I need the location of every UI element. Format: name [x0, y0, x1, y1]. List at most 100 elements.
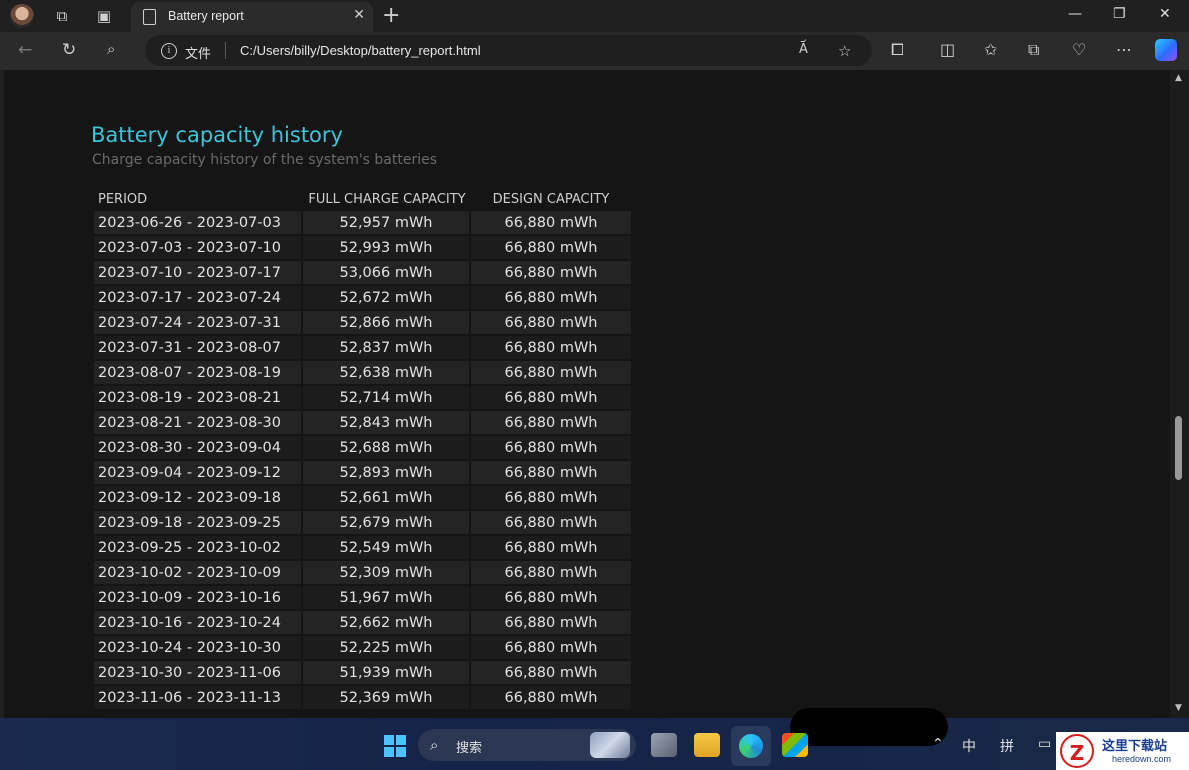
cell-period: 2023-10-16 - 2023-10-24	[94, 611, 303, 634]
ime-mode-indicator[interactable]: 拼	[1000, 736, 1014, 756]
watermark-logo-icon: Z	[1060, 734, 1094, 768]
cell-period: 2023-08-07 - 2023-08-19	[94, 361, 303, 384]
cell-full-charge-capacity: 52,662 mWh	[303, 611, 471, 634]
cell-full-charge-capacity: 52,893 mWh	[303, 461, 471, 484]
scroll-down-arrow[interactable]: ▼	[1175, 703, 1182, 713]
task-view-icon[interactable]	[651, 733, 677, 757]
cell-design-capacity: 66,880 mWh	[471, 486, 631, 509]
refresh-button[interactable]: ↻	[62, 40, 76, 60]
cell-period: 2023-09-25 - 2023-10-02	[94, 536, 303, 559]
capacity-history-table: PERIOD FULL CHARGE CAPACITY DESIGN CAPAC…	[94, 187, 631, 711]
address-url[interactable]: C:/Users/billy/Desktop/battery_report.ht…	[240, 43, 481, 58]
close-tab-icon[interactable]: ✕	[353, 7, 365, 23]
cell-period: 2023-07-24 - 2023-07-31	[94, 311, 303, 334]
workspaces-icon[interactable]: ⧉	[52, 6, 72, 26]
cell-design-capacity: 66,880 mWh	[471, 611, 631, 634]
column-header-full-charge: FULL CHARGE CAPACITY	[308, 191, 466, 207]
favorites-icon[interactable]: ✩	[984, 40, 997, 59]
restore-button[interactable]: ❐	[1113, 6, 1126, 22]
section-heading: Battery capacity history	[91, 123, 343, 147]
split-screen-icon[interactable]: ◫	[940, 40, 955, 59]
address-separator	[225, 42, 226, 59]
table-row: 2023-06-26 - 2023-07-03 52,957 mWh 66,880 …	[94, 211, 631, 234]
tab-bar: ⧉ ▣ Battery report ✕ + — ❐ ✕	[0, 0, 1189, 32]
store-icon[interactable]	[782, 733, 808, 757]
column-header-design: DESIGN CAPACITY	[492, 191, 610, 207]
cell-period: 2023-10-30 - 2023-11-06	[94, 661, 303, 684]
edge-icon[interactable]	[739, 734, 763, 758]
cell-full-charge-capacity: 52,369 mWh	[303, 686, 471, 709]
cell-full-charge-capacity: 52,714 mWh	[303, 386, 471, 409]
read-aloud-icon[interactable]: A᷄	[799, 42, 808, 57]
tab-title: Battery report	[168, 9, 244, 23]
cell-full-charge-capacity: 51,939 mWh	[303, 661, 471, 684]
start-button-windows-icon[interactable]	[384, 735, 406, 757]
table-row: 2023-10-09 - 2023-10-16 51,967 mWh 66,880 …	[94, 586, 631, 609]
extensions-icon[interactable]: ⧠	[891, 40, 904, 60]
cell-full-charge-capacity: 52,638 mWh	[303, 361, 471, 384]
table-row: 2023-07-31 - 2023-08-07 52,837 mWh 66,880 …	[94, 336, 631, 359]
search-highlight-image	[590, 732, 630, 758]
table-row: 2023-07-10 - 2023-07-17 53,066 mWh 66,880 …	[94, 261, 631, 284]
cell-period: 2023-07-17 - 2023-07-24	[94, 286, 303, 309]
navigation-bar: ← ↻ ⌕ i 文件 C:/Users/billy/Desktop/batter…	[0, 32, 1189, 70]
search-icon: ⌕	[430, 736, 439, 754]
cell-period: 2023-07-10 - 2023-07-17	[94, 261, 303, 284]
watermark: Z 这里下载站 heredown.com	[1056, 732, 1189, 770]
ime-language-indicator[interactable]: 中	[962, 736, 976, 756]
cell-full-charge-capacity: 52,309 mWh	[303, 561, 471, 584]
minimize-button[interactable]: —	[1068, 6, 1082, 22]
profile-avatar[interactable]	[10, 4, 34, 28]
cell-design-capacity: 66,880 mWh	[471, 261, 631, 284]
cell-period: 2023-06-26 - 2023-07-03	[94, 211, 303, 234]
cell-design-capacity: 66,880 mWh	[471, 411, 631, 434]
cell-design-capacity: 66,880 mWh	[471, 461, 631, 484]
table-row: 2023-10-02 - 2023-10-09 52,309 mWh 66,880 …	[94, 561, 631, 584]
cell-period: 2023-08-21 - 2023-08-30	[94, 411, 303, 434]
network-icon[interactable]: ▭	[1038, 736, 1051, 752]
taskbar-search-box[interactable]: ⌕ 搜索	[418, 729, 636, 761]
cell-design-capacity: 66,880 mWh	[471, 386, 631, 409]
cell-full-charge-capacity: 52,843 mWh	[303, 411, 471, 434]
cell-full-charge-capacity: 52,837 mWh	[303, 336, 471, 359]
table-row: 2023-11-06 - 2023-11-13 52,369 mWh 66,880 …	[94, 686, 631, 709]
table-row: 2023-08-21 - 2023-08-30 52,843 mWh 66,880 …	[94, 411, 631, 434]
collections-icon[interactable]: ⧉	[1028, 40, 1039, 60]
close-window-button[interactable]: ✕	[1159, 6, 1171, 22]
cell-design-capacity: 66,880 mWh	[471, 561, 631, 584]
cell-period: 2023-10-24 - 2023-10-30	[94, 636, 303, 659]
more-menu-icon[interactable]: ⋯	[1116, 40, 1132, 59]
new-tab-button[interactable]: +	[382, 3, 400, 28]
cell-period: 2023-07-31 - 2023-08-07	[94, 336, 303, 359]
cell-period: 2023-08-30 - 2023-09-04	[94, 436, 303, 459]
cell-period: 2023-10-02 - 2023-10-09	[94, 561, 303, 584]
browser-essentials-icon[interactable]: ♡	[1072, 40, 1086, 59]
cell-design-capacity: 66,880 mWh	[471, 536, 631, 559]
search-icon[interactable]: ⌕	[107, 40, 115, 58]
tab-battery-report[interactable]: Battery report ✕	[131, 2, 373, 32]
scroll-up-arrow[interactable]: ▲	[1175, 73, 1182, 83]
address-bar[interactable]: i 文件 C:/Users/billy/Desktop/battery_repo…	[145, 35, 872, 66]
info-icon[interactable]: i	[161, 43, 177, 59]
favorite-star-icon[interactable]: ☆	[838, 42, 851, 60]
cell-period: 2023-08-19 - 2023-08-21	[94, 386, 303, 409]
tray-overflow-chevron-icon[interactable]: ⌃	[932, 736, 944, 752]
cell-full-charge-capacity: 52,993 mWh	[303, 236, 471, 259]
table-row: 2023-10-24 - 2023-10-30 52,225 mWh 66,880 …	[94, 636, 631, 659]
scroll-thumb[interactable]	[1175, 416, 1182, 480]
cell-full-charge-capacity: 51,967 mWh	[303, 586, 471, 609]
tab-actions-icon[interactable]: ▣	[94, 6, 114, 26]
cell-design-capacity: 66,880 mWh	[471, 361, 631, 384]
redacted-region	[790, 708, 948, 746]
cell-full-charge-capacity: 52,866 mWh	[303, 311, 471, 334]
cell-design-capacity: 66,880 mWh	[471, 686, 631, 709]
cell-full-charge-capacity: 52,679 mWh	[303, 511, 471, 534]
taskbar-search-placeholder: 搜索	[456, 741, 483, 756]
file-explorer-icon[interactable]	[694, 733, 720, 757]
vertical-scrollbar[interactable]: ▲ ▼	[1170, 70, 1189, 718]
copilot-icon[interactable]	[1155, 39, 1177, 61]
page-content: Battery capacity history Charge capacity…	[4, 70, 1170, 718]
back-button[interactable]: ←	[18, 40, 32, 60]
watermark-text-cn: 这里下载站	[1102, 739, 1168, 754]
cell-design-capacity: 66,880 mWh	[471, 436, 631, 459]
